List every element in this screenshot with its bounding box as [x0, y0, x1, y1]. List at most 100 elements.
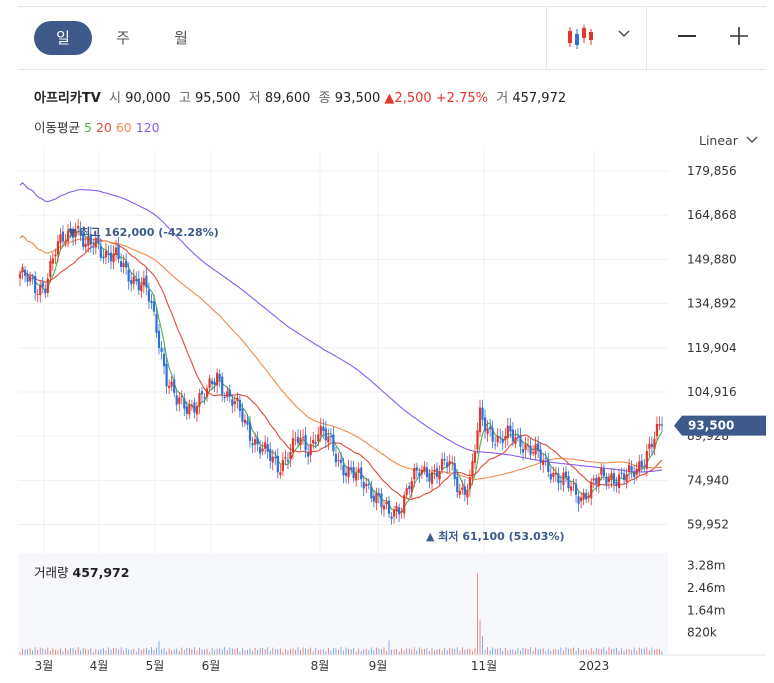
- candle-body: [248, 422, 252, 441]
- candle-body: [41, 282, 44, 287]
- candle-body: [638, 461, 641, 472]
- candle-body: [435, 468, 439, 477]
- candle-body: [185, 406, 188, 414]
- candle-body: [223, 396, 226, 398]
- candle-body: [256, 437, 259, 445]
- candle-body: [21, 267, 24, 272]
- candle-body: [301, 436, 305, 439]
- candle-body: [607, 477, 611, 482]
- candle-body: [433, 469, 436, 472]
- candle-body: [157, 330, 161, 348]
- price-tick-label: 179,856: [687, 164, 737, 178]
- candle-body: [241, 408, 244, 422]
- candle-body: [296, 436, 300, 444]
- candle-body: [537, 443, 540, 451]
- candle-body: [569, 486, 573, 491]
- candle-body: [142, 278, 145, 286]
- candle-body: [405, 488, 408, 495]
- candle-body: [314, 442, 317, 444]
- candle-body: [155, 314, 158, 333]
- candle-body: [279, 472, 282, 475]
- candle-body: [112, 253, 115, 263]
- candle-body: [213, 381, 216, 385]
- candle-body: [271, 456, 274, 463]
- candle-body: [203, 397, 206, 399]
- candle-body: [107, 253, 110, 255]
- candle-body: [140, 284, 143, 292]
- candle-body: [46, 278, 49, 293]
- candle-body: [130, 280, 133, 285]
- candle-body: [617, 474, 621, 488]
- candle-body: [152, 301, 156, 312]
- candle-body: [610, 473, 613, 480]
- candle-body: [357, 468, 360, 473]
- candle-body: [456, 476, 459, 493]
- candle-body: [246, 420, 249, 425]
- candle-body: [289, 451, 292, 460]
- last-price-label: 93,500: [688, 419, 734, 433]
- price-axis: 179,856 164,868 149,880 134,892 119,904 104,9…: [687, 164, 737, 531]
- candle-body: [557, 473, 560, 484]
- candle-body: [61, 231, 65, 242]
- candle-body: [135, 279, 138, 282]
- candle-body: [307, 452, 310, 457]
- time-tick-label: 9월: [369, 659, 388, 673]
- price-tick-label: 149,880: [687, 252, 737, 266]
- price-tick-label: 59,952: [687, 518, 729, 532]
- candle-body: [274, 457, 277, 459]
- candle-body: [595, 477, 598, 484]
- candle-body: [104, 250, 108, 258]
- candle-body: [430, 472, 434, 484]
- time-tick-label: 11월: [471, 659, 497, 673]
- candle-body: [281, 459, 284, 472]
- candle-body: [658, 424, 661, 426]
- candle-body: [418, 472, 421, 477]
- candle-body: [425, 467, 429, 478]
- candle-body: [481, 407, 484, 420]
- candle-body: [362, 481, 365, 489]
- candle-body: [102, 256, 105, 259]
- candle-body: [312, 439, 315, 444]
- candle-body: [438, 471, 441, 480]
- candle-body: [597, 476, 600, 487]
- candle-body: [294, 439, 297, 441]
- candle-body: [526, 444, 530, 446]
- candle-body: [221, 376, 224, 395]
- candle-body: [339, 459, 343, 463]
- candle-body: [549, 473, 552, 480]
- candle-body: [160, 347, 163, 352]
- candle-body: [205, 388, 209, 397]
- candle-body: [534, 443, 537, 455]
- price-tick-label: 119,904: [687, 341, 737, 355]
- time-axis: 3월 4월 5월 6월 8월 9월 11월 2023: [18, 654, 766, 673]
- candle-body: [489, 426, 492, 430]
- candle-body: [173, 379, 176, 393]
- time-tick-label: 4월: [90, 659, 109, 673]
- candle-body: [567, 476, 570, 489]
- candle-body: [228, 389, 231, 397]
- candle-body: [304, 434, 307, 451]
- candle-body: [147, 289, 151, 302]
- candle-body: [195, 405, 199, 415]
- candle-body: [559, 480, 562, 483]
- candle-body: [352, 467, 355, 479]
- candle-body: [574, 483, 578, 495]
- candle-body: [605, 477, 608, 485]
- candle-body: [322, 426, 325, 431]
- candle-body: [31, 278, 34, 280]
- candle-body: [120, 261, 123, 268]
- candle-body: [499, 436, 502, 438]
- candle-body: [554, 472, 557, 475]
- candle-body: [580, 497, 583, 502]
- candle-body: [635, 468, 638, 475]
- candle-body: [342, 464, 345, 476]
- price-tick-label: 104,916: [687, 385, 737, 399]
- price-tick-label: 164,868: [687, 208, 737, 222]
- candle-body: [592, 478, 595, 481]
- candle-body: [552, 472, 555, 477]
- candle-body: [226, 391, 229, 398]
- candle-body: [94, 238, 97, 248]
- candle-body: [109, 252, 113, 262]
- candle-body: [521, 448, 525, 453]
- candle-body: [471, 461, 474, 478]
